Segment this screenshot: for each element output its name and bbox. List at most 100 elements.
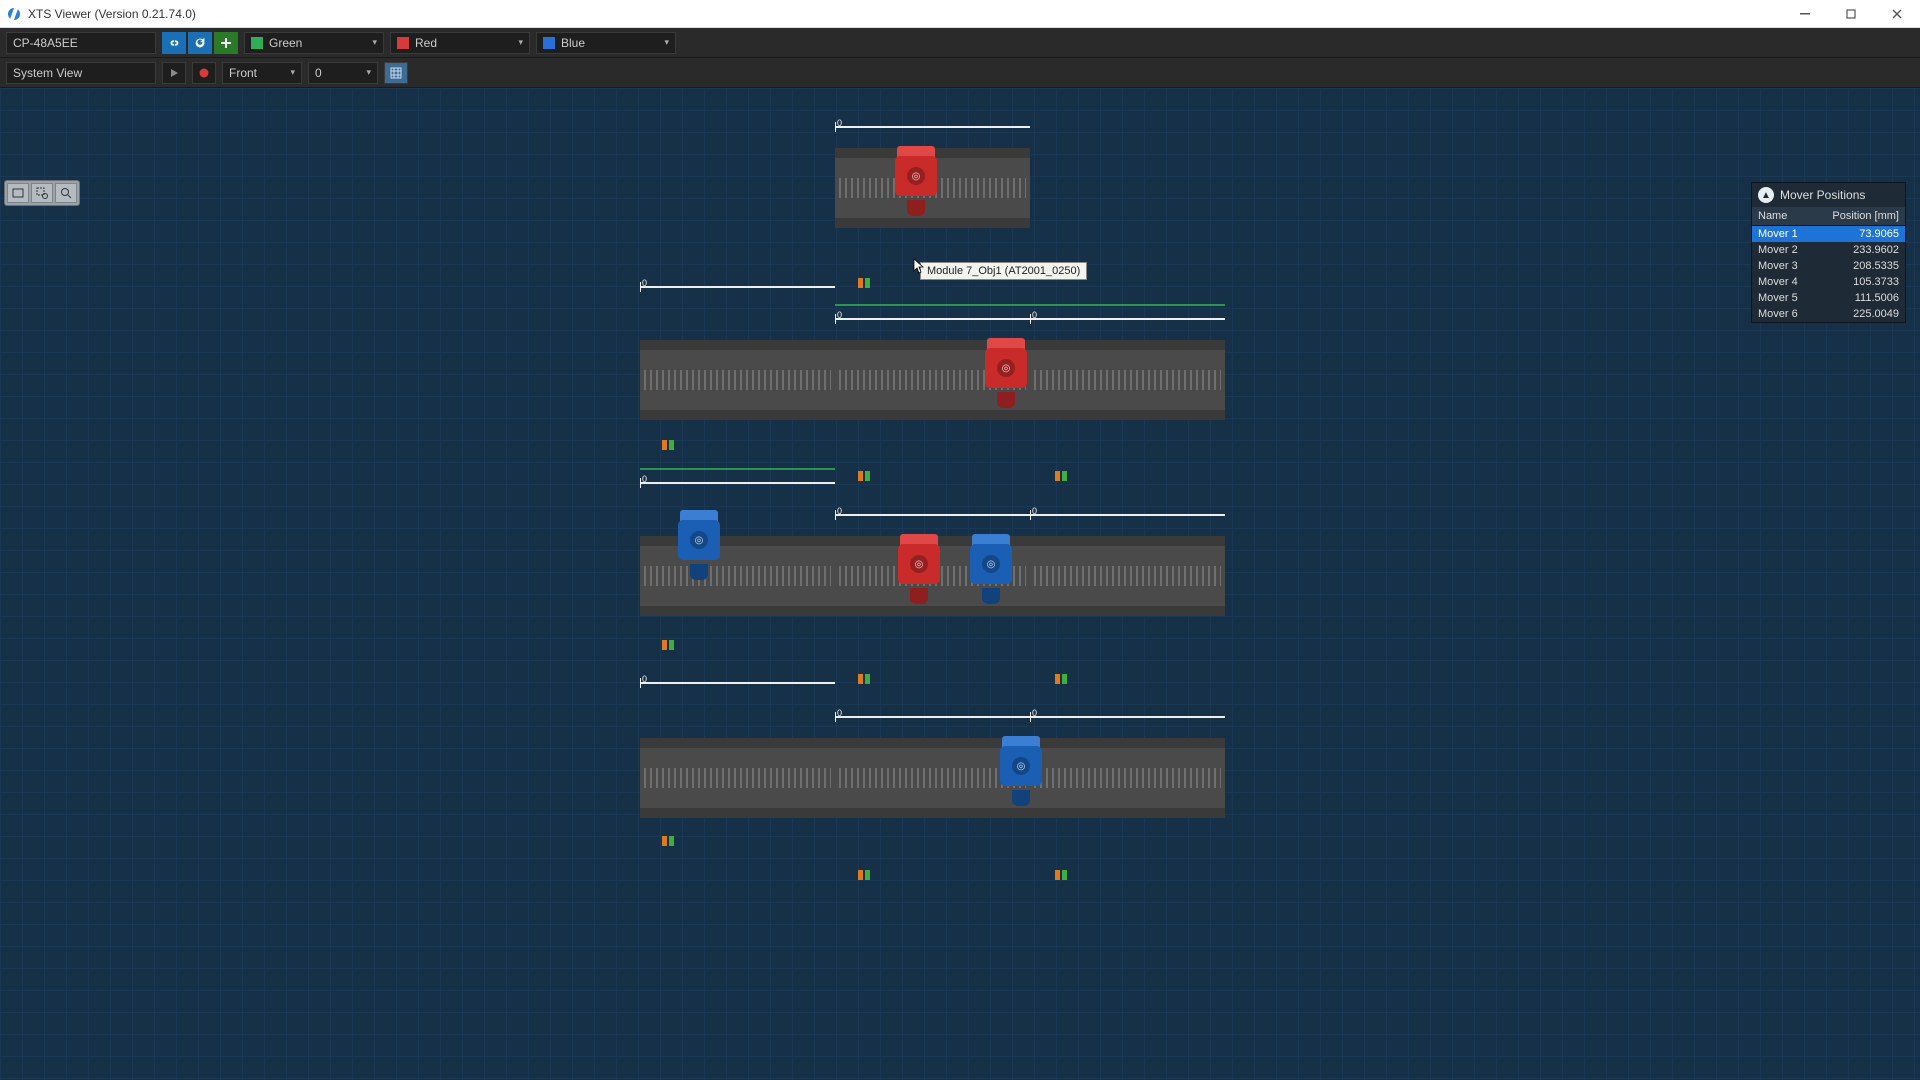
mover-red[interactable]: ◎ — [895, 146, 937, 216]
cell-position: 208.5335 — [1813, 258, 1905, 274]
ruler: 0 — [835, 716, 1030, 718]
toolbar-row-1: CP-48A5EE Green ▾ Red ▾ Blue ▾ — [0, 28, 1920, 58]
mover-red[interactable]: ◎ — [985, 338, 1027, 408]
chevron-down-icon: ▾ — [290, 67, 295, 78]
view-label: Front — [229, 66, 257, 80]
track-module[interactable] — [640, 536, 835, 616]
chevron-down-icon: ▾ — [366, 67, 371, 78]
green-channel-label: Green — [269, 36, 302, 50]
collapse-icon[interactable]: ▲ — [1758, 187, 1774, 203]
track-module[interactable] — [640, 738, 835, 818]
col-name[interactable]: Name — [1752, 207, 1813, 226]
green-overlay-line — [835, 304, 1225, 306]
table-row[interactable]: Mover 3208.5335 — [1752, 258, 1905, 274]
table-row[interactable]: Mover 6225.0049 — [1752, 306, 1905, 322]
track-module[interactable] — [1030, 536, 1225, 616]
ruler-zero: 0 — [837, 506, 842, 516]
green-channel-dropdown[interactable]: Green ▾ — [244, 32, 384, 54]
module-status-leds — [1055, 870, 1067, 880]
view-dropdown[interactable]: Front ▾ — [222, 62, 302, 84]
ruler-zero: 0 — [837, 310, 842, 320]
module-status-leds — [662, 640, 674, 650]
red-channel-label: Red — [415, 36, 437, 50]
blue-channel-dropdown[interactable]: Blue ▾ — [536, 32, 676, 54]
module-status-leds — [662, 440, 674, 450]
track-module[interactable] — [640, 340, 835, 420]
module-status-leds — [1055, 471, 1067, 481]
ruler: 0 — [640, 682, 835, 684]
ruler-zero: 0 — [837, 118, 842, 128]
ruler: 0 — [640, 286, 835, 288]
refresh-button[interactable] — [188, 32, 212, 54]
table-row[interactable]: Mover 173.9065 — [1752, 226, 1905, 243]
add-button[interactable] — [214, 32, 238, 54]
mover-positions-panel: ▲ Mover Positions Name Position [mm] Mov… — [1751, 182, 1906, 323]
window-title: XTS Viewer (Version 0.21.74.0) — [28, 7, 196, 21]
cell-position: 111.5006 — [1813, 290, 1905, 306]
chevron-down-icon: ▾ — [518, 37, 523, 48]
ruler-zero: 0 — [1032, 310, 1037, 320]
index-dropdown[interactable]: 0 ▾ — [308, 62, 378, 84]
target-field[interactable]: CP-48A5EE — [6, 32, 156, 54]
titlebar: XTS Viewer (Version 0.21.74.0) — [0, 0, 1920, 28]
cell-name: Mover 6 — [1752, 306, 1813, 322]
cell-position: 225.0049 — [1813, 306, 1905, 322]
ruler: 0 — [835, 514, 1030, 516]
module-status-leds — [858, 278, 870, 288]
zoom-region-button[interactable] — [31, 183, 53, 203]
zoom-fit-button[interactable] — [7, 183, 29, 203]
module-status-leds — [858, 674, 870, 684]
window-close-button[interactable] — [1874, 0, 1920, 28]
zoom-toolbar — [4, 180, 80, 206]
blue-swatch-icon — [543, 37, 555, 49]
window-maximize-button[interactable] — [1828, 0, 1874, 28]
table-row[interactable]: Mover 4105.3733 — [1752, 274, 1905, 290]
table-row[interactable]: Mover 2233.9602 — [1752, 242, 1905, 258]
ruler: 0 — [835, 318, 1030, 320]
mode-label: System View — [13, 66, 82, 80]
window-minimize-button[interactable] — [1782, 0, 1828, 28]
play-button[interactable] — [162, 62, 186, 84]
red-swatch-icon — [397, 37, 409, 49]
mover-blue[interactable]: ◎ — [1000, 736, 1042, 806]
chevron-down-icon: ▾ — [372, 37, 377, 48]
track-module[interactable] — [1030, 738, 1225, 818]
mode-field[interactable]: System View — [6, 62, 156, 84]
track-canvas[interactable]: 0 ◎ Module 7_Obj1 (AT2001_0250) 0 0 0 ◎ — [0, 88, 1920, 1080]
mover-red[interactable]: ◎ — [898, 534, 940, 604]
chevron-down-icon: ▾ — [664, 37, 669, 48]
green-swatch-icon — [251, 37, 263, 49]
cell-name: Mover 2 — [1752, 242, 1813, 258]
grid-toggle-button[interactable] — [384, 62, 408, 84]
ruler: 0 — [1030, 514, 1225, 516]
index-label: 0 — [315, 66, 322, 80]
ruler: 0 — [640, 482, 835, 484]
record-button[interactable] — [192, 62, 216, 84]
mover-blue[interactable]: ◎ — [970, 534, 1012, 604]
red-channel-dropdown[interactable]: Red ▾ — [390, 32, 530, 54]
cell-position: 233.9602 — [1813, 242, 1905, 258]
ruler: 0 — [1030, 318, 1225, 320]
link-toggle-button[interactable] — [162, 32, 186, 54]
cell-name: Mover 3 — [1752, 258, 1813, 274]
zoom-reset-button[interactable] — [55, 183, 77, 203]
cell-name: Mover 4 — [1752, 274, 1813, 290]
table-row[interactable]: Mover 5111.5006 — [1752, 290, 1905, 306]
module-tooltip: Module 7_Obj1 (AT2001_0250) — [920, 262, 1087, 280]
mover-blue[interactable]: ◎ — [678, 510, 720, 580]
module-status-leds — [1055, 674, 1067, 684]
panel-title: Mover Positions — [1780, 188, 1865, 202]
module-status-leds — [662, 836, 674, 846]
toolbar-row-2: System View Front ▾ 0 ▾ — [0, 58, 1920, 88]
cell-position: 73.9065 — [1813, 226, 1905, 243]
blue-channel-label: Blue — [561, 36, 585, 50]
track-module[interactable] — [1030, 340, 1225, 420]
mover-positions-table: Name Position [mm] Mover 173.9065Mover 2… — [1752, 207, 1905, 322]
ruler-zero: 0 — [642, 474, 647, 484]
col-position[interactable]: Position [mm] — [1813, 207, 1905, 226]
app-icon — [6, 6, 22, 22]
target-label: CP-48A5EE — [13, 36, 78, 50]
ruler-zero: 0 — [642, 674, 647, 684]
ruler: 0 — [1030, 716, 1225, 718]
ruler: 0 — [835, 126, 1030, 128]
